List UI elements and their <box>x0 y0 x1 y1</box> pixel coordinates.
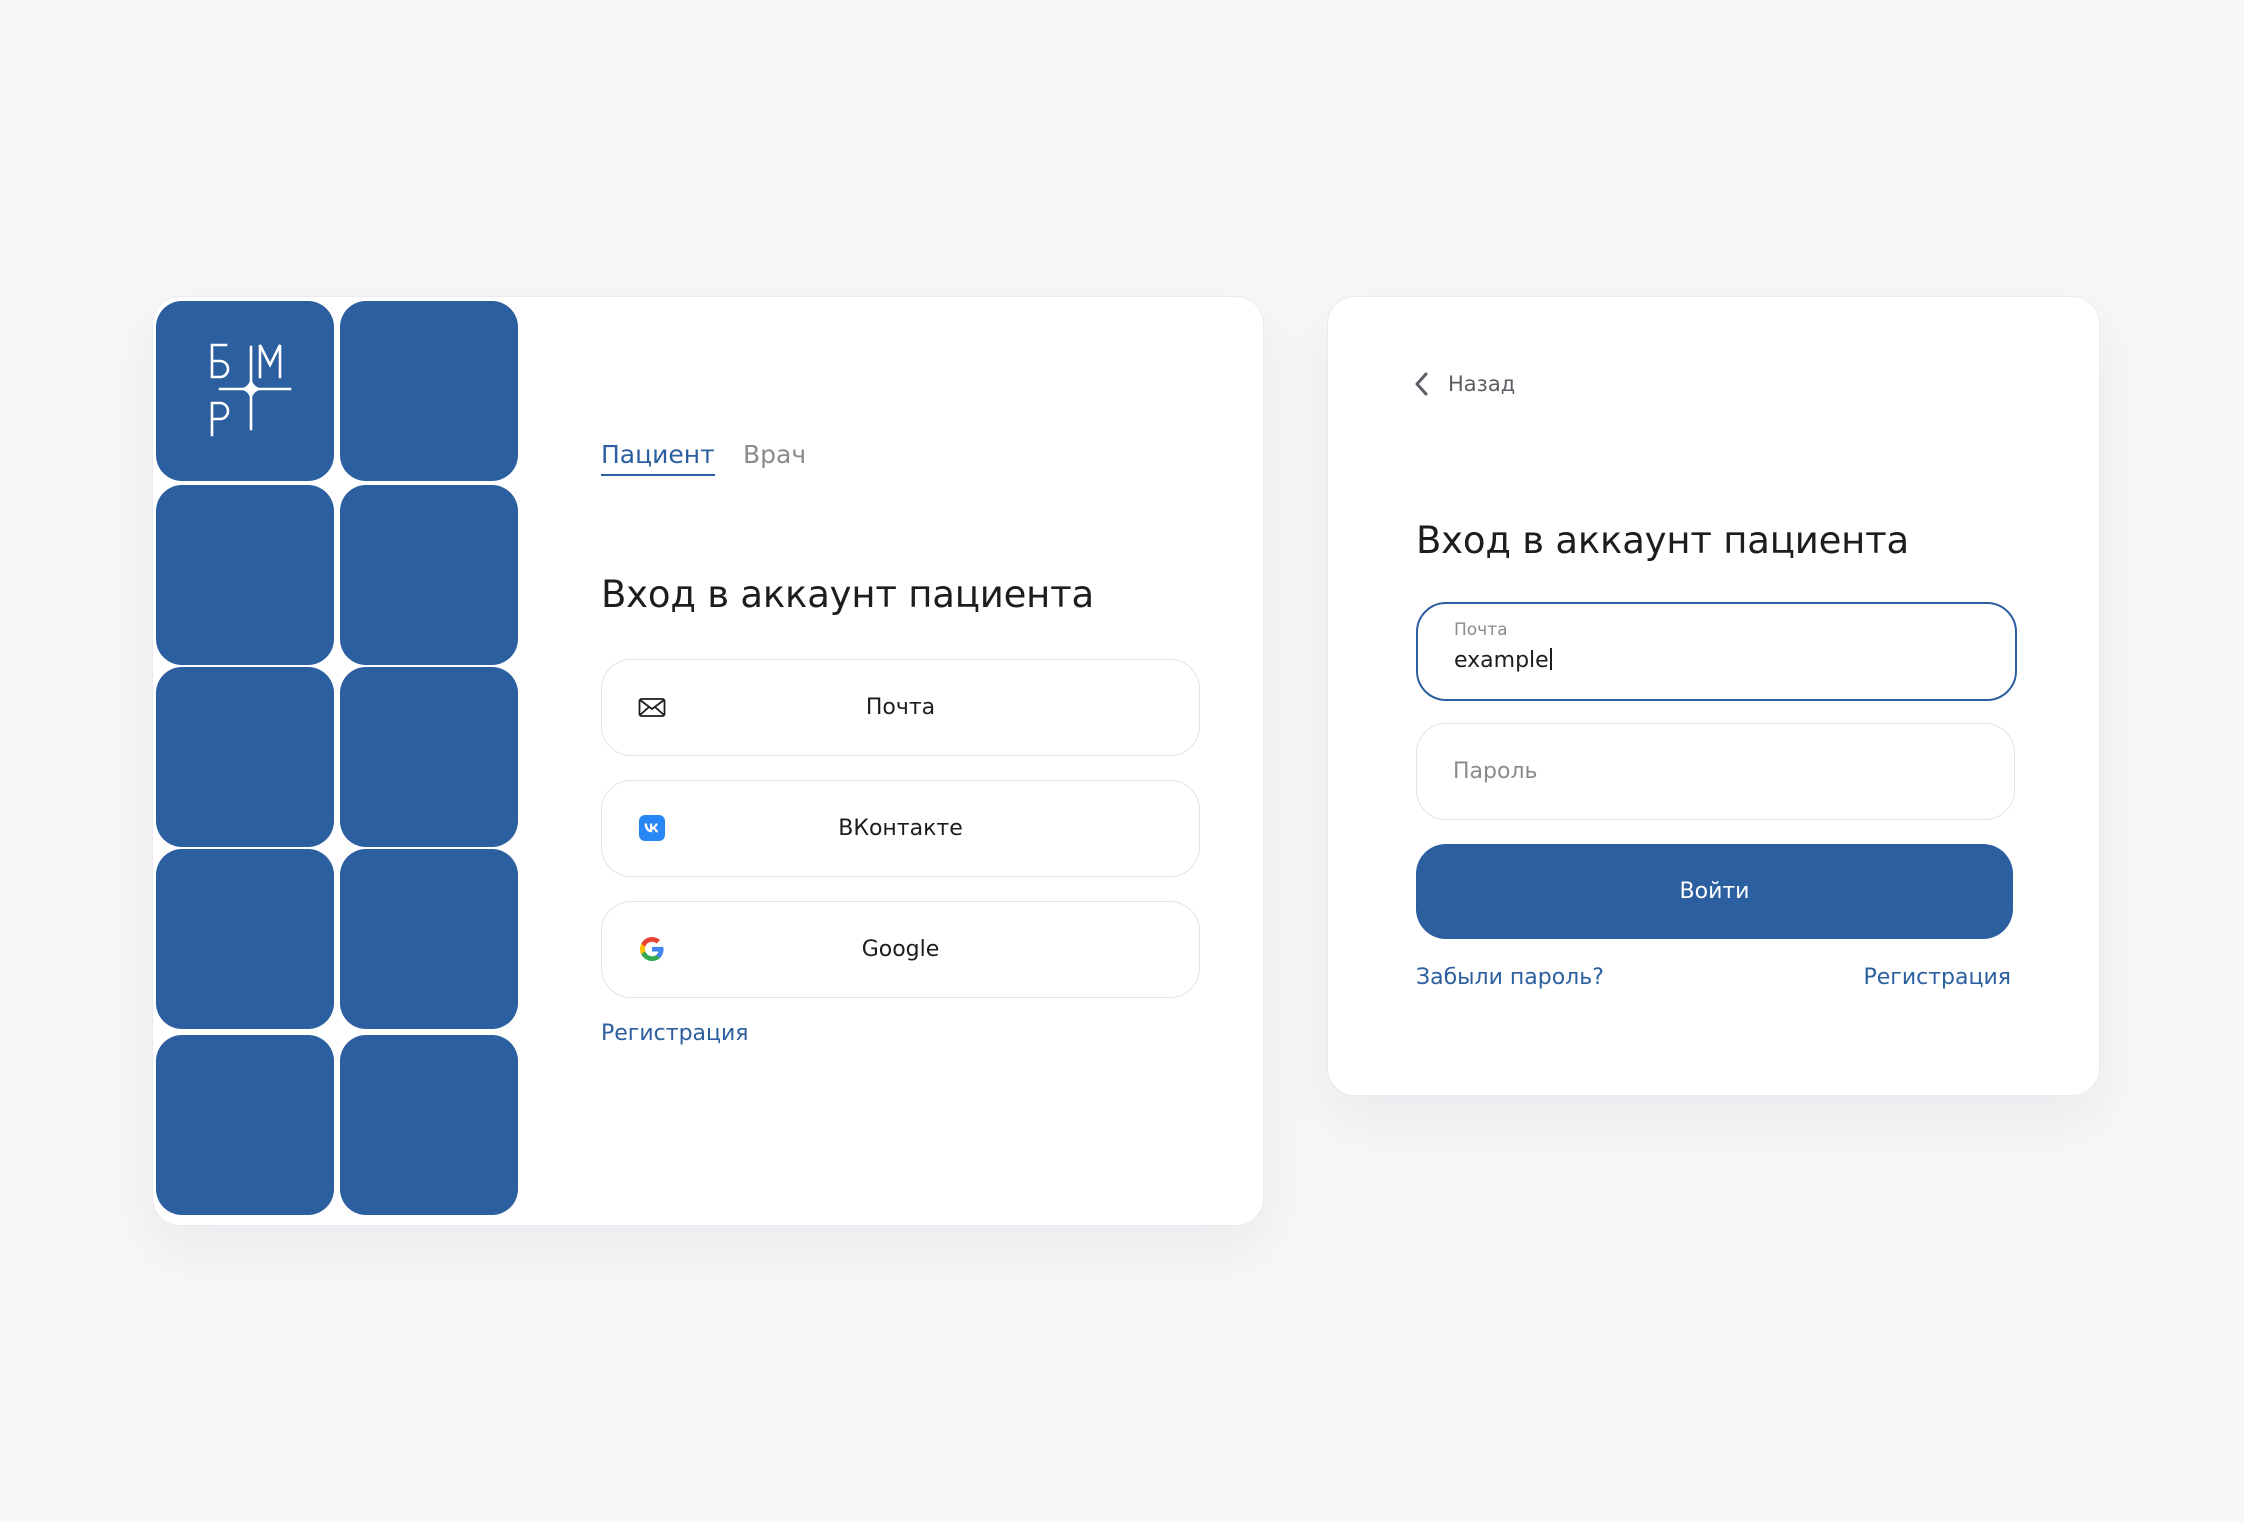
brand-logo-icon <box>210 343 292 437</box>
back-button[interactable]: Назад <box>1412 366 1515 402</box>
login-submit-button[interactable]: Войти <box>1416 844 2013 939</box>
register-link[interactable]: Регистрация <box>1863 965 2011 990</box>
back-label: Назад <box>1448 372 1516 396</box>
decorative-tile <box>156 1035 334 1215</box>
decorative-tile <box>340 1035 518 1215</box>
decorative-tile <box>156 485 334 665</box>
email-login-button[interactable]: Почта <box>601 659 1200 756</box>
decorative-tile <box>156 667 334 847</box>
password-field[interactable]: Пароль <box>1416 723 2015 820</box>
forgot-password-link[interactable]: Забыли пароль? <box>1416 965 1604 990</box>
tab-patient[interactable]: Пациент <box>601 440 715 476</box>
register-link[interactable]: Регистрация <box>601 1021 749 1046</box>
decorative-tile <box>340 301 518 481</box>
email-login-card: Назад Вход в аккаунт пациента Почта exam… <box>1327 296 2100 1096</box>
password-placeholder: Пароль <box>1453 759 1538 784</box>
email-field[interactable]: Почта example <box>1416 602 2017 701</box>
email-value-text: example <box>1454 648 1549 673</box>
tab-doctor[interactable]: Врач <box>743 440 806 469</box>
decorative-tile <box>340 485 518 665</box>
google-login-label: Google <box>861 937 940 962</box>
vk-login-label: ВКонтакте <box>838 816 963 841</box>
login-method-card: Пациент Врач Вход в аккаунт пациента Поч… <box>152 296 1264 1226</box>
decorative-tile <box>156 849 334 1029</box>
email-field-label: Почта <box>1454 620 1508 640</box>
vk-login-button[interactable]: ВКонтакте <box>601 780 1200 877</box>
decorative-tile <box>340 667 518 847</box>
email-login-label: Почта <box>865 695 936 720</box>
decorative-tile <box>340 849 518 1029</box>
page-title: Вход в аккаунт пациента <box>601 573 1094 616</box>
email-field-value[interactable]: example <box>1454 648 1552 673</box>
google-login-button[interactable]: Google <box>601 901 1200 998</box>
page-title: Вход в аккаунт пациента <box>1416 519 1909 562</box>
text-caret <box>1549 648 1552 670</box>
logo-tile <box>156 301 334 481</box>
chevron-left-icon <box>1415 372 1428 396</box>
